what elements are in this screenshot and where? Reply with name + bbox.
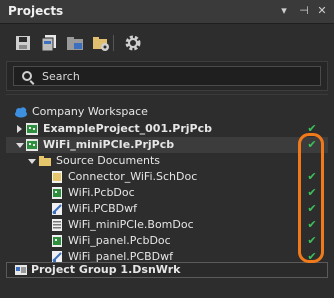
tree-item-label: WiFi_miniPCIe.BomDoc [68,218,194,231]
pcb-project-icon [26,123,38,135]
tree-item-label: Connector_WiFi.SchDoc [68,170,198,183]
search-icon [22,71,32,81]
tree-doc-pcbdwf[interactable]: WiFi.PCBDwf [50,201,300,217]
tree-item-label: ExampleProject_001.PrjPcb [43,122,213,135]
draftsman-doc-icon [52,203,62,215]
pin-button[interactable]: ⊣ [296,3,312,19]
panel-bottom [0,282,334,298]
schematic-doc-icon [52,171,62,183]
divider [6,94,328,95]
bom-doc-icon [52,219,62,231]
annotation-highlight-oval [298,133,324,263]
panel-menu-button[interactable]: ▾ [276,3,292,19]
tree-project-group[interactable]: Project Group 1.DsnWrk [14,262,314,278]
tree-doc-pcbdoc[interactable]: WiFi.PcbDoc [50,185,300,201]
collapse-arrow-icon[interactable] [28,159,36,164]
tree-doc-schdoc[interactable]: Connector_WiFi.SchDoc [50,169,300,185]
collapse-arrow-icon[interactable] [16,143,24,148]
toolbar [0,26,334,60]
pcb-doc-icon [52,187,62,199]
toolbar-separator [113,35,114,51]
save-all-icon[interactable] [40,34,58,52]
tree-workspace[interactable]: Company Workspace [14,104,314,120]
tree-item-label: WiFi.PcbDoc [68,186,135,199]
open-project-icon[interactable] [66,34,84,52]
folder-settings-icon[interactable] [92,34,110,52]
panel-titlebar: Projects ▾ ⊣ ✕ [0,0,334,24]
tree-item-project-example[interactable]: ExampleProject_001.PrjPcb [14,121,328,137]
pcb-doc-icon [52,235,62,247]
group-label: Project Group 1.DsnWrk [31,263,181,276]
tree-item-project-wifi[interactable]: WiFi_miniPCIe.PrjPcb [14,137,328,153]
project-group-icon [15,265,27,275]
expand-arrow-icon[interactable] [17,125,22,133]
search-placeholder: Search [42,70,80,83]
save-icon[interactable] [14,34,32,52]
close-button[interactable]: ✕ [314,3,330,19]
tree-doc-panel-pcbdoc[interactable]: WiFi_panel.PcbDoc [50,233,300,249]
folder-icon [39,156,51,166]
pcb-project-icon [26,139,38,151]
gear-icon[interactable] [124,34,142,52]
tree-item-label: Source Documents [56,154,160,167]
search-input[interactable]: Search [13,66,321,86]
projects-panel: Projects ▾ ⊣ ✕ Search Company Workspace … [0,0,334,298]
workspace-label: Company Workspace [32,105,148,118]
tree-item-label: WiFi_panel.PcbDoc [68,234,171,247]
tree-item-label: WiFi.PCBDwf [68,202,137,215]
tree-folder-source-documents[interactable]: Source Documents [26,153,316,169]
panel-title: Projects [8,4,64,18]
tree-item-label: WiFi_miniPCIe.PrjPcb [43,138,175,151]
cloud-icon [15,107,27,118]
tree-doc-bomdoc[interactable]: WiFi_miniPCIe.BomDoc [50,217,300,233]
